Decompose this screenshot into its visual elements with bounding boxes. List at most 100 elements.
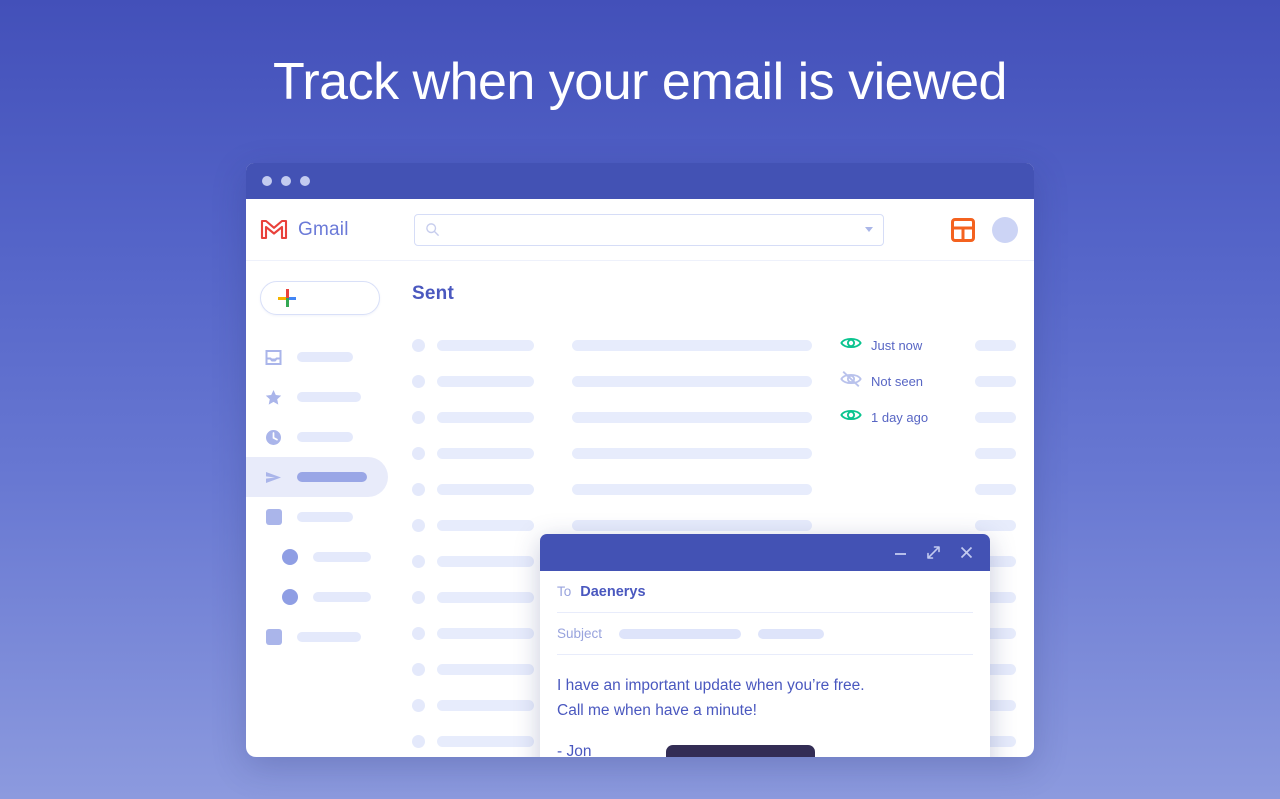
- circle-icon: [280, 548, 299, 567]
- to-label: To: [557, 584, 572, 599]
- row-checkbox[interactable]: [412, 734, 425, 748]
- eye-slash-icon: [840, 370, 862, 392]
- body-line-2: Call me when have a minute!: [557, 702, 757, 719]
- to-value: Daenerys: [580, 583, 646, 600]
- sidebar-item-label: [297, 392, 361, 402]
- row-tracking: 1 day ago: [840, 407, 963, 428]
- row-sender: [437, 375, 534, 387]
- row-checkbox[interactable]: [412, 662, 425, 676]
- row-subject: [572, 447, 812, 459]
- window-minimize-dot[interactable]: [281, 176, 291, 186]
- square-icon: [264, 628, 283, 647]
- grid-layout-icon[interactable]: [950, 217, 976, 243]
- sidebar-item-sent[interactable]: [246, 457, 388, 497]
- row-subject: [572, 519, 812, 531]
- row-sender: [437, 483, 534, 495]
- chevron-down-icon[interactable]: [865, 227, 873, 232]
- minimize-icon[interactable]: [893, 545, 908, 560]
- row-sender: [437, 699, 534, 711]
- row-checkbox[interactable]: [412, 482, 425, 496]
- subject-label: Subject: [557, 626, 603, 641]
- gmail-body: Sent Just now Not seen 1 day ago To Daen…: [246, 261, 1034, 757]
- row-checkbox[interactable]: [412, 374, 425, 388]
- sidebar-item-drafts[interactable]: [246, 497, 388, 537]
- row-subject: [572, 411, 812, 423]
- sidebar-item-label: [297, 512, 353, 522]
- plus-icon: [278, 289, 296, 307]
- row-checkbox[interactable]: [412, 554, 425, 568]
- browser-window: Gmail Sent Just now Not seen 1 day ago T…: [246, 163, 1034, 757]
- subject-placeholder-bar: [619, 628, 742, 639]
- row-sender: [437, 555, 534, 567]
- star-icon: [264, 388, 283, 407]
- gmail-brand-label: Gmail: [298, 218, 349, 240]
- table-row[interactable]: Just now: [412, 327, 1016, 363]
- sidebar-item-label: [297, 432, 353, 442]
- send-icon: [264, 468, 283, 487]
- eye-open-icon: [840, 335, 862, 356]
- inbox-icon: [264, 348, 283, 367]
- row-checkbox[interactable]: [412, 446, 425, 460]
- table-row[interactable]: Not seen: [412, 363, 1016, 399]
- row-sender: [437, 735, 534, 747]
- close-icon[interactable]: [959, 545, 974, 560]
- window-close-dot[interactable]: [262, 176, 272, 186]
- row-timestamp: [975, 519, 1016, 531]
- sidebar: [246, 261, 398, 757]
- row-checkbox[interactable]: [412, 518, 425, 532]
- circle-icon: [280, 588, 299, 607]
- clock-icon: [264, 428, 283, 447]
- eye-open-icon: [840, 407, 862, 428]
- search-input[interactable]: [414, 213, 884, 246]
- list-title: Sent: [412, 283, 454, 304]
- row-timestamp: [975, 375, 1016, 387]
- row-timestamp: [975, 447, 1016, 459]
- square-icon: [264, 508, 283, 527]
- window-maximize-dot[interactable]: [300, 176, 310, 186]
- row-subject: [572, 375, 812, 387]
- table-row[interactable]: [412, 435, 1016, 471]
- row-tracking-label: Not seen: [871, 373, 924, 389]
- row-sender: [437, 591, 534, 603]
- sidebar-item-label: [297, 632, 361, 642]
- row-sender: [437, 627, 534, 639]
- expand-icon[interactable]: [926, 545, 941, 560]
- subject-placeholder-bar: [758, 628, 825, 639]
- row-timestamp: [975, 483, 1016, 495]
- compose-header: [540, 534, 990, 571]
- subject-field[interactable]: Subject: [557, 613, 973, 655]
- row-checkbox[interactable]: [412, 626, 425, 640]
- row-tracking: Just now: [840, 335, 963, 356]
- row-checkbox[interactable]: [412, 410, 425, 424]
- row-checkbox[interactable]: [412, 698, 425, 712]
- row-subject: [572, 339, 812, 351]
- sidebar-item-label-2[interactable]: [246, 577, 388, 617]
- sidebar-item-label: [297, 472, 367, 482]
- body-line-1: I have an important update when you’re f…: [557, 677, 865, 694]
- row-sender: [437, 663, 534, 675]
- sidebar-item-starred[interactable]: [246, 377, 388, 417]
- compose-fields: To Daenerys Subject I have an important …: [540, 571, 990, 757]
- sidebar-item-snoozed[interactable]: [246, 417, 388, 457]
- row-tracking-label: 1 day ago: [871, 409, 929, 425]
- row-sender: [437, 339, 534, 351]
- sidebar-item-label: [313, 592, 371, 602]
- compose-body[interactable]: I have an important update when you’re f…: [557, 655, 973, 757]
- row-subject: [572, 483, 812, 495]
- gmail-brand[interactable]: Gmail: [260, 219, 400, 241]
- row-checkbox[interactable]: [412, 590, 425, 604]
- compose-button[interactable]: [260, 281, 380, 315]
- table-row[interactable]: 1 day ago: [412, 399, 1016, 435]
- table-row[interactable]: [412, 471, 1016, 507]
- search-icon: [425, 222, 440, 237]
- sidebar-item-more[interactable]: [246, 617, 388, 657]
- to-field[interactable]: To Daenerys: [557, 571, 973, 613]
- sidebar-item-inbox[interactable]: [246, 337, 388, 377]
- row-checkbox[interactable]: [412, 338, 425, 352]
- gmail-m-icon: [260, 219, 288, 240]
- gmail-toolbar: Gmail: [246, 199, 1034, 261]
- row-timestamp: [975, 339, 1016, 351]
- compose-window: To Daenerys Subject I have an important …: [540, 534, 990, 757]
- avatar[interactable]: [992, 216, 1018, 243]
- sidebar-item-label-1[interactable]: [246, 537, 388, 577]
